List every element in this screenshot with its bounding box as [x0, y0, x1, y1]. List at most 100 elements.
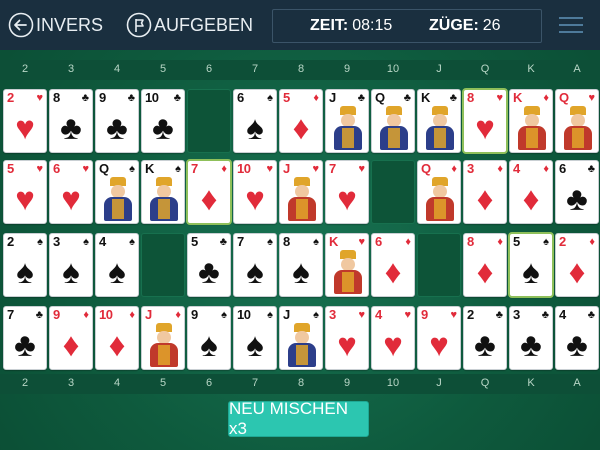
playing-card[interactable]: 7 ♠ ♠ [233, 233, 277, 297]
card-rank: 6 [237, 90, 244, 105]
rank-label: 4 [113, 63, 121, 75]
empty-slot[interactable] [187, 89, 231, 153]
card-suit-icon: ♣ [449, 92, 457, 104]
playing-card[interactable]: 4 ♠ ♠ [95, 233, 139, 297]
playing-card[interactable]: 5 ♥ ♥ [3, 160, 47, 224]
playing-card[interactable]: J ♣ [325, 89, 369, 153]
card-rank: 2 [467, 307, 474, 322]
rank-label: 9 [343, 63, 351, 75]
card-suit-icon: ♦ [451, 163, 457, 175]
playing-card[interactable]: 10 ♣ ♣ [141, 89, 185, 153]
playing-card[interactable]: 9 ♥ ♥ [417, 306, 461, 370]
playing-card[interactable]: 7 ♦ ♦ [186, 159, 232, 225]
card-rank: 10 [237, 307, 251, 322]
card-suit-icon: ♣ [127, 92, 135, 104]
playing-card[interactable]: K ♠ [141, 160, 185, 224]
card-pip-icon: ♥ [15, 109, 35, 146]
playing-card[interactable]: K ♣ [417, 89, 461, 153]
rank-label: 2 [21, 63, 29, 75]
top-bar: INVERS AUFGEBEN ZEIT: 08:15 ZÜGE: 26 [0, 0, 600, 50]
playing-card[interactable]: Q ♥ [555, 89, 599, 153]
moves-value: 26 [482, 17, 501, 34]
playing-card[interactable]: 5 ♣ ♣ [187, 233, 231, 297]
playing-card[interactable]: 3 ♥ ♥ [325, 306, 369, 370]
playing-card[interactable]: 7 ♣ ♣ [3, 306, 47, 370]
court-figure-icon [284, 323, 320, 367]
playing-card[interactable]: Q ♦ [417, 160, 461, 224]
card-rank: Q [559, 90, 569, 105]
playing-card[interactable]: 4 ♥ ♥ [371, 306, 415, 370]
playing-card[interactable]: J ♠ [279, 306, 323, 370]
card-pip-icon: ♠ [16, 253, 34, 290]
playing-card[interactable]: 9 ♠ ♠ [187, 306, 231, 370]
playing-card[interactable]: 9 ♦ ♦ [49, 306, 93, 370]
playing-card[interactable]: Q ♣ [371, 89, 415, 153]
playing-card[interactable]: 6 ♦ ♦ [371, 233, 415, 297]
court-figure-icon [146, 177, 182, 221]
playing-card[interactable]: 7 ♥ ♥ [325, 160, 369, 224]
card-suit-icon: ♦ [543, 92, 549, 104]
playing-card[interactable]: 6 ♥ ♥ [49, 160, 93, 224]
playing-card[interactable]: 3 ♣ ♣ [509, 306, 553, 370]
playing-card[interactable]: 2 ♦ ♦ [555, 233, 599, 297]
playing-card[interactable]: J ♥ [279, 160, 323, 224]
playing-card[interactable]: 5 ♠ ♠ [508, 232, 554, 298]
give-up-button[interactable]: AUFGEBEN [126, 0, 253, 50]
reshuffle-button[interactable]: NEU MISCHEN x3 [228, 399, 369, 438]
card-rank: 6 [53, 161, 60, 176]
card-suit-icon: ♠ [37, 236, 43, 248]
playing-card[interactable]: 10 ♦ ♦ [95, 306, 139, 370]
card-rank: 5 [191, 234, 198, 249]
playing-card[interactable]: 5 ♦ ♦ [279, 89, 323, 153]
playing-card[interactable]: 2 ♠ ♠ [3, 233, 47, 297]
undo-button[interactable]: INVERS [8, 0, 103, 50]
card-suit-icon: ♥ [82, 163, 89, 175]
court-figure-icon [330, 250, 366, 294]
playing-card[interactable]: 8 ♥ ♥ [462, 88, 508, 154]
rank-label: 3 [67, 377, 75, 389]
rank-label: 6 [205, 63, 213, 75]
card-suit-icon: ♦ [405, 236, 411, 248]
playing-card[interactable]: J ♦ [141, 306, 185, 370]
court-figure-icon [422, 177, 458, 221]
card-suit-icon: ♠ [221, 309, 227, 321]
playing-card[interactable]: 8 ♦ ♦ [463, 233, 507, 297]
card-rank: 2 [7, 90, 14, 105]
rank-strip-top: 2 3 4 5 6 7 8 9 10 J Q K A [0, 60, 600, 80]
playing-card[interactable]: 2 ♣ ♣ [463, 306, 507, 370]
playing-card[interactable]: 2 ♥ ♥ [3, 89, 47, 153]
card-pip-icon: ♣ [198, 253, 220, 290]
card-rank: 2 [559, 234, 566, 249]
court-figure-icon [376, 106, 412, 150]
playing-card[interactable]: 10 ♠ ♠ [233, 306, 277, 370]
rank-label: Q [480, 63, 490, 75]
playing-card[interactable]: K ♥ [325, 233, 369, 297]
card-pip-icon: ♣ [566, 180, 588, 217]
card-pip-icon: ♦ [292, 109, 310, 146]
playing-card[interactable]: K ♦ [509, 89, 553, 153]
hamburger-menu-icon[interactable] [559, 14, 583, 36]
undo-label: INVERS [36, 14, 104, 35]
card-rank: 3 [53, 234, 60, 249]
rank-label: 8 [297, 63, 305, 75]
playing-card[interactable]: 8 ♣ ♣ [49, 89, 93, 153]
playing-card[interactable]: 3 ♦ ♦ [463, 160, 507, 224]
playing-card[interactable]: 6 ♣ ♣ [555, 160, 599, 224]
card-pip-icon: ♥ [245, 180, 265, 217]
playing-card[interactable]: 3 ♠ ♠ [49, 233, 93, 297]
playing-card[interactable]: 8 ♠ ♠ [279, 233, 323, 297]
playing-card[interactable]: 4 ♦ ♦ [509, 160, 553, 224]
card-suit-icon: ♥ [266, 163, 273, 175]
playing-card[interactable]: 4 ♣ ♣ [555, 306, 599, 370]
card-rank: 6 [375, 234, 382, 249]
empty-slot[interactable] [371, 160, 415, 224]
card-rank: 10 [237, 161, 251, 176]
playing-card[interactable]: 6 ♠ ♠ [233, 89, 277, 153]
playing-card[interactable]: 10 ♥ ♥ [233, 160, 277, 224]
card-pip-icon: ♥ [429, 326, 449, 363]
playing-card[interactable]: Q ♠ [95, 160, 139, 224]
playing-card[interactable]: 9 ♣ ♣ [95, 89, 139, 153]
empty-slot[interactable] [141, 233, 185, 297]
card-rank: 9 [191, 307, 198, 322]
empty-slot[interactable] [417, 233, 461, 297]
